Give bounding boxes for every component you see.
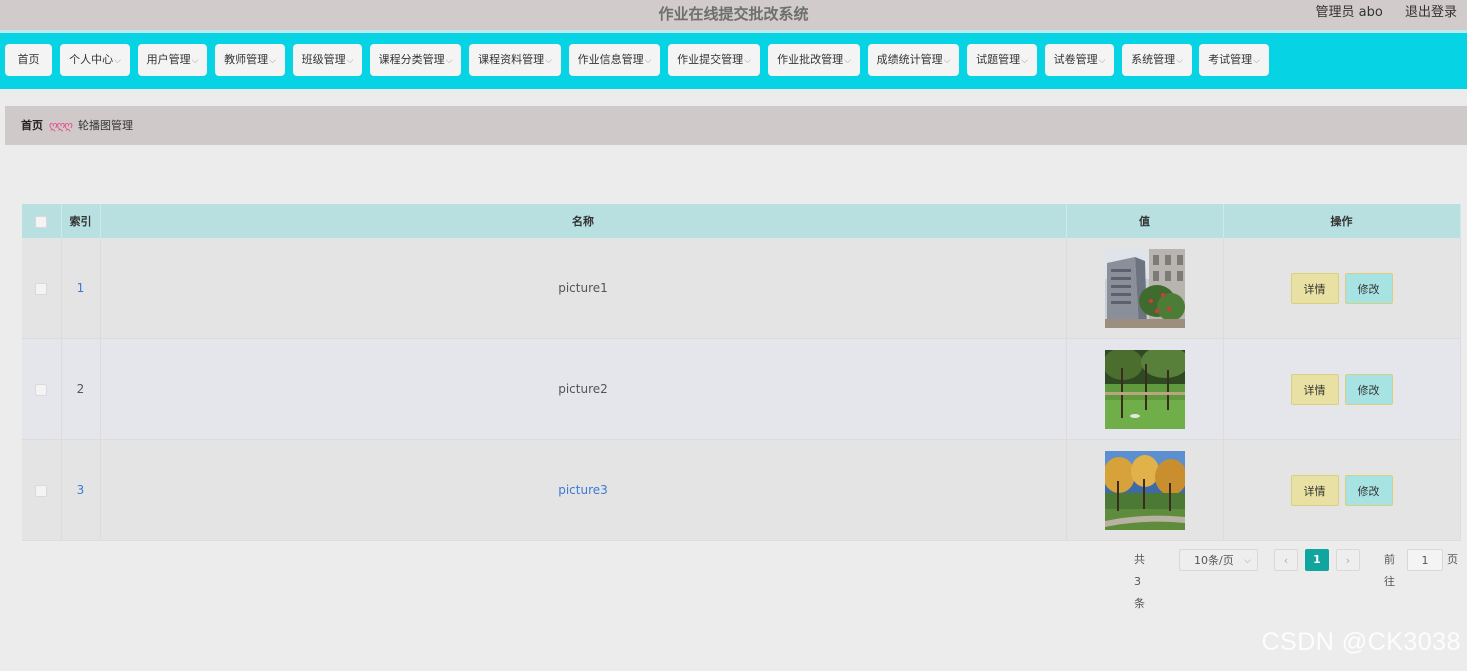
row-checkbox[interactable] (35, 383, 48, 396)
chevron-down-icon: ⌵ (744, 56, 751, 66)
user-area: 管理员 abo 退出登录 (1298, 0, 1457, 26)
park-lawn-photo[interactable] (1104, 349, 1185, 429)
row-actions: 详情 修改 (1223, 238, 1461, 339)
breadcrumb-current: 轮播图管理 (77, 119, 133, 132)
breadcrumb-home[interactable]: 首页 (21, 119, 43, 132)
chevron-down-icon: ⌵ (346, 56, 354, 66)
select-all-cell (22, 204, 62, 238)
column-header-name: 名称 (100, 204, 1067, 238)
nav-item-course-materials[interactable]: 课程资料管理⌵ (469, 44, 561, 76)
nav-item-homework-info[interactable]: 作业信息管理⌵ (569, 44, 660, 76)
column-header-value: 值 (1066, 204, 1224, 238)
nav-item-class-management[interactable]: 班级管理⌵ (293, 44, 362, 76)
row-value-cell (1066, 338, 1224, 440)
row-name: picture3 (100, 439, 1067, 541)
nav-item-system-management[interactable]: 系统管理⌵ (1122, 44, 1192, 76)
row-index: 2 (61, 338, 101, 440)
table-row: 1 picture1 详情 修改 (22, 238, 1461, 339)
page-size-select[interactable]: 10条/页 ⌵ (1179, 549, 1258, 571)
row-actions: 详情 修改 (1223, 338, 1461, 440)
breadcrumb-separator-icon: ღღღ (49, 119, 73, 132)
table-row: 2 picture2 详情 修改 (22, 338, 1461, 440)
chevron-down-icon: ⌵ (269, 56, 276, 66)
chevron-down-icon: ⌵ (644, 56, 652, 66)
select-all-checkbox[interactable] (35, 215, 48, 228)
chevron-down-icon: ⌵ (114, 56, 121, 66)
row-index: 1 (61, 238, 101, 339)
edit-button[interactable]: 修改 (1344, 373, 1393, 405)
nav-item-paper-management[interactable]: 试卷管理⌵ (1045, 44, 1114, 76)
breadcrumb: 首页 ღღღ 轮播图管理 (21, 106, 133, 145)
page-number-current[interactable]: 1 (1305, 549, 1329, 571)
nav-item-exam-management[interactable]: 考试管理⌵ (1199, 44, 1269, 76)
chevron-down-icon: ⌵ (1098, 56, 1106, 66)
total-count: 共 3 条 (1134, 553, 1145, 610)
column-header-actions: 操作 (1223, 204, 1461, 238)
nav-item-course-category[interactable]: 课程分类管理⌵ (370, 44, 461, 76)
main-nav: 首页 个人中心⌵ 用户管理⌵ 教师管理⌵ 班级管理⌵ 课程分类管理⌵ 课程资料管… (0, 33, 1467, 89)
top-bar: 作业在线提交批改系统 管理员 abo 退出登录 (0, 0, 1467, 32)
nav-item-homework-grading[interactable]: 作业批改管理⌵ (768, 44, 860, 76)
nav-item-personal-center[interactable]: 个人中心⌵ (60, 44, 130, 76)
detail-button[interactable]: 详情 (1290, 373, 1339, 405)
next-page-button[interactable]: › (1336, 549, 1360, 571)
chevron-down-icon: ⌵ (1176, 56, 1183, 66)
chevron-down-icon: ⌵ (1253, 56, 1260, 66)
row-actions: 详情 修改 (1223, 439, 1461, 541)
nav-item-home[interactable]: 首页 (5, 44, 52, 76)
building-photo[interactable] (1104, 248, 1185, 328)
chevron-down-icon: ⌵ (1244, 556, 1251, 566)
chevron-down-icon: ⌵ (844, 56, 851, 66)
table-header-row: 索引 名称 值 操作 (22, 204, 1461, 238)
nav-item-homework-submission[interactable]: 作业提交管理⌵ (668, 44, 760, 76)
row-checkbox[interactable] (35, 484, 48, 497)
prev-page-button[interactable]: ‹ (1274, 549, 1298, 571)
nav-item-question-management[interactable]: 试题管理⌵ (967, 44, 1037, 76)
chevron-down-icon: ⌵ (943, 56, 951, 66)
table-row: 3 picture3 详情 修改 (22, 439, 1461, 541)
row-index: 3 (61, 439, 101, 541)
logout-link[interactable]: 退出登录 (1405, 5, 1457, 20)
detail-button[interactable]: 详情 (1290, 474, 1339, 506)
goto-prefix: 前往 (1384, 553, 1395, 588)
app-title: 作业在线提交批改系统 (658, 5, 809, 23)
carousel-table: 索引 名称 值 操作 1 picture1 详情 修改 2 picture2 详… (22, 204, 1461, 541)
current-user: 管理员 abo (1315, 5, 1383, 20)
row-name: picture2 (100, 338, 1067, 440)
chevron-down-icon: ⌵ (191, 56, 199, 66)
column-header-index: 索引 (61, 204, 101, 238)
chevron-down-icon: ⌵ (1021, 56, 1028, 66)
nav-item-user-management[interactable]: 用户管理⌵ (138, 44, 207, 76)
row-value-cell (1066, 238, 1224, 339)
autumn-trees-photo[interactable] (1104, 450, 1185, 530)
chevron-down-icon: ⌵ (445, 56, 453, 66)
edit-button[interactable]: 修改 (1344, 272, 1393, 304)
goto-page-input[interactable]: 1 (1407, 549, 1443, 571)
detail-button[interactable]: 详情 (1290, 272, 1339, 304)
chevron-down-icon: ⌵ (545, 56, 552, 66)
goto-suffix: 页 (1447, 553, 1458, 566)
watermark: CSDN @CK3038 (1261, 628, 1461, 656)
row-value-cell (1066, 439, 1224, 541)
row-name: picture1 (100, 238, 1067, 339)
nav-item-teacher-management[interactable]: 教师管理⌵ (215, 44, 285, 76)
nav-item-score-statistics[interactable]: 成绩统计管理⌵ (868, 44, 959, 76)
row-checkbox[interactable] (35, 282, 48, 295)
breadcrumb-bar: 首页 ღღღ 轮播图管理 (5, 106, 1467, 145)
edit-button[interactable]: 修改 (1344, 474, 1393, 506)
